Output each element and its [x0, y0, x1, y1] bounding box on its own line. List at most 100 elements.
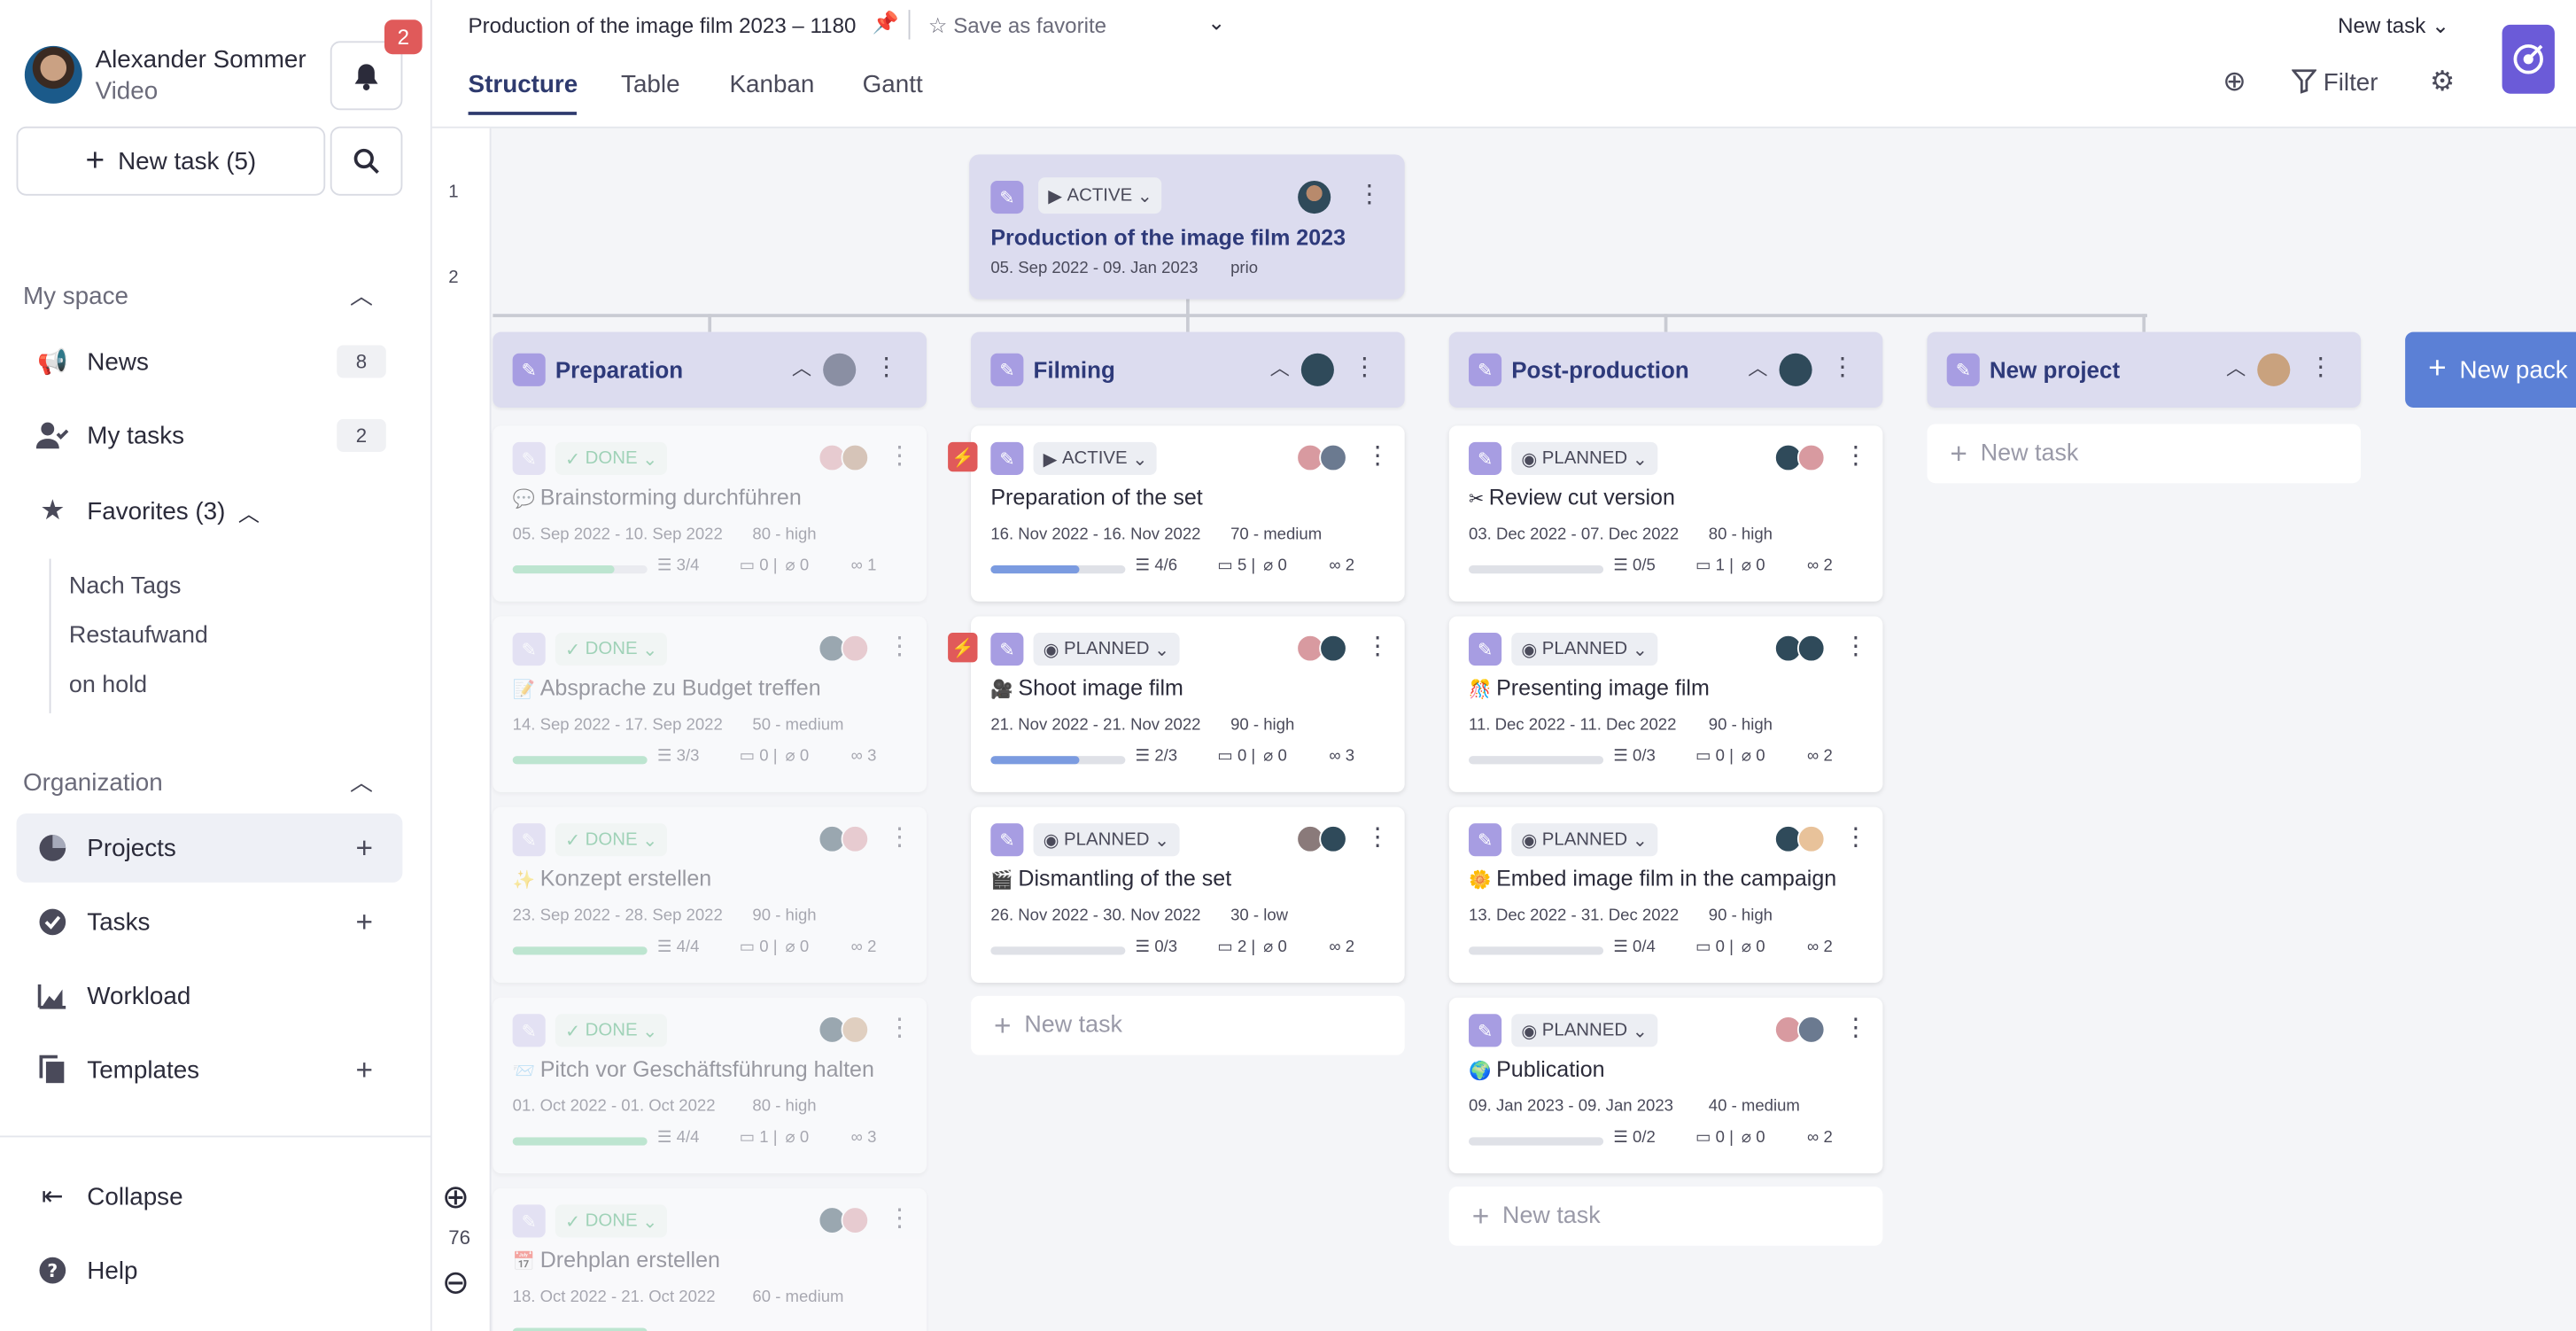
avatar[interactable] — [1796, 634, 1826, 663]
filter-button[interactable]: Filter — [2291, 69, 2378, 97]
more-vertical-icon[interactable]: ⋮ — [874, 352, 899, 382]
tab-structure[interactable]: Structure — [469, 71, 578, 99]
sidebar-item-projects[interactable]: Projects + — [16, 813, 403, 883]
phase-post-production[interactable]: ✎ Post-production ︿ ⋮ — [1448, 331, 1883, 408]
pencil-icon[interactable]: ✎ — [990, 633, 1024, 666]
task-card[interactable]: ✎ ◉ PLANNED ⌄ ⋮ ✂ Review cut version 03. D… — [1448, 425, 1883, 602]
status-badge[interactable]: ✓ DONE ⌄ — [555, 1204, 668, 1238]
task-card[interactable]: ✎ ✓ DONE ⌄ ⋮ 📅 Drehplan erstellen 18. Oct … — [493, 1187, 927, 1331]
pencil-icon[interactable]: ✎ — [512, 441, 546, 475]
help-button[interactable]: ? Help — [17, 1236, 403, 1305]
sidebar-item-news[interactable]: 📢 News 8 — [17, 327, 403, 396]
task-card[interactable]: ✎ ◉ PLANNED ⌄ ⋮ 🌍 Publication 09. Jan 2023… — [1448, 997, 1883, 1174]
status-badge[interactable]: ◉ PLANNED ⌄ — [1511, 823, 1657, 857]
phase-filming[interactable]: ✎ Filming ︿ ⋮ — [971, 331, 1405, 408]
avatar[interactable] — [2257, 353, 2291, 386]
chevron-down-icon[interactable]: ⌄ — [1207, 10, 1225, 36]
pencil-icon[interactable]: ✎ — [990, 353, 1024, 386]
avatar[interactable] — [1300, 353, 1334, 386]
avatar[interactable] — [841, 634, 870, 663]
pencil-icon[interactable]: ✎ — [512, 1204, 546, 1238]
new-package-button[interactable]: + New pack — [2405, 331, 2576, 408]
task-card[interactable]: ✎ ✓ DONE ⌄ ⋮ 📨 Pitch vor Geschäftsführung … — [493, 997, 927, 1174]
pencil-icon[interactable]: ✎ — [1469, 633, 1502, 666]
more-vertical-icon[interactable]: ⋮ — [887, 1012, 912, 1042]
status-badge[interactable]: ▶ ACTIVE ⌄ — [1033, 441, 1158, 475]
collapse-button[interactable]: ⇤ Collapse — [17, 1162, 403, 1231]
avatar[interactable] — [1319, 634, 1347, 663]
status-badge[interactable]: ◉ PLANNED ⌄ — [1511, 441, 1657, 475]
chevron-up-icon[interactable]: ︿ — [1270, 354, 1290, 382]
pencil-icon[interactable]: ✎ — [512, 353, 546, 386]
more-vertical-icon[interactable]: ⋮ — [1843, 821, 1868, 852]
status-badge[interactable]: ✓ DONE ⌄ — [555, 633, 668, 666]
task-card[interactable]: ✎ ✓ DONE ⌄ ⋮ ✨ Konzept erstellen 23. Sep 2… — [493, 806, 927, 984]
task-card[interactable]: ⚡ ✎ ▶ ACTIVE ⌄ ⋮ Preparation of the set 16… — [948, 425, 1405, 602]
pencil-icon[interactable]: ✎ — [1469, 441, 1502, 475]
status-badge[interactable]: ▶ ACTIVE ⌄ — [1038, 177, 1162, 214]
app-logo-icon[interactable] — [2502, 24, 2555, 94]
more-vertical-icon[interactable]: ⋮ — [887, 631, 912, 661]
task-card[interactable]: ✎ ✓ DONE ⌄ ⋮ 📝 Absprache zu Budget treffen… — [493, 616, 927, 792]
tab-table[interactable]: Table — [621, 71, 680, 99]
tab-kanban[interactable]: Kanban — [729, 71, 814, 99]
avatar[interactable] — [1796, 825, 1826, 853]
task-card[interactable]: ⚡ ✎ ◉ PLANNED ⌄ ⋮ 🎥 Shoot image film 21. N… — [948, 616, 1405, 792]
task-card[interactable]: ✎ ◉ PLANNED ⌄ ⋮ 🎬 Dismantling of the set 2… — [971, 806, 1405, 984]
pencil-icon[interactable]: ✎ — [512, 1014, 546, 1047]
phase-preparation[interactable]: ✎ Preparation ︿ ⋮ — [493, 331, 927, 408]
add-task-button[interactable]: + New task — [1927, 424, 2362, 484]
pencil-icon[interactable]: ✎ — [512, 823, 546, 857]
pencil-icon[interactable]: ✎ — [512, 633, 546, 666]
chevron-up-icon[interactable]: ︿ — [2226, 354, 2246, 382]
sidebar-item-templates[interactable]: Templates + — [17, 1035, 403, 1104]
sidebar-item-my-tasks[interactable]: My tasks 2 — [17, 401, 403, 471]
pencil-icon[interactable]: ✎ — [1946, 353, 1980, 386]
more-vertical-icon[interactable]: ⋮ — [1843, 1012, 1868, 1042]
pencil-icon[interactable]: ✎ — [1469, 823, 1502, 857]
pencil-icon[interactable]: ✎ — [990, 181, 1024, 214]
more-vertical-icon[interactable]: ⋮ — [887, 821, 912, 852]
new-task-button[interactable]: + New task (5) — [16, 126, 326, 196]
avatar[interactable] — [1298, 181, 1331, 214]
pin-icon[interactable]: 📌 — [873, 10, 899, 36]
more-vertical-icon[interactable]: ⋮ — [1352, 352, 1377, 382]
structure-canvas[interactable]: 1 2 ⊕ 76 ⊖ ✎ ▶ ACTIVE ⌄ ⋮ Production of th… — [431, 128, 2576, 1331]
add-template-icon[interactable]: + — [355, 1053, 373, 1087]
add-circle-icon[interactable]: ⊕ — [2223, 66, 2246, 98]
avatar[interactable] — [841, 443, 870, 472]
more-vertical-icon[interactable]: ⋮ — [887, 1203, 912, 1233]
search-button[interactable] — [330, 126, 403, 196]
task-card[interactable]: ✎ ◉ PLANNED ⌄ ⋮ 🌼 Embed image film in the … — [1448, 806, 1883, 984]
chevron-up-icon[interactable]: ︿ — [1748, 354, 1767, 382]
avatar[interactable] — [841, 825, 870, 853]
avatar[interactable] — [1779, 353, 1812, 386]
chevron-up-icon[interactable]: ︿ — [350, 279, 373, 312]
more-vertical-icon[interactable]: ⋮ — [2308, 352, 2333, 382]
avatar[interactable] — [1319, 825, 1347, 853]
favorite-item[interactable]: Restaufwand — [69, 623, 208, 650]
avatar[interactable] — [841, 1016, 870, 1044]
favorite-item[interactable]: Nach Tags — [69, 573, 182, 600]
chevron-up-icon[interactable]: ︿ — [350, 766, 373, 798]
pencil-icon[interactable]: ✎ — [990, 823, 1024, 857]
tab-gantt[interactable]: Gantt — [863, 71, 923, 99]
status-badge[interactable]: ◉ PLANNED ⌄ — [1033, 823, 1180, 857]
avatar[interactable] — [841, 1206, 870, 1234]
avatar[interactable] — [1319, 443, 1347, 472]
favorite-item[interactable]: on hold — [69, 673, 147, 699]
sidebar-item-workload[interactable]: Workload — [17, 961, 403, 1031]
add-task-icon[interactable]: + — [355, 905, 373, 939]
user-avatar[interactable] — [24, 45, 82, 104]
chevron-up-icon[interactable]: ︿ — [792, 354, 811, 382]
pencil-icon[interactable]: ✎ — [1469, 1014, 1502, 1047]
avatar[interactable] — [1796, 443, 1826, 472]
add-task-button[interactable]: + New task — [971, 995, 1405, 1055]
status-badge[interactable]: ◉ PLANNED ⌄ — [1511, 633, 1657, 666]
zoom-in-icon[interactable]: ⊕ — [442, 1177, 469, 1218]
pencil-icon[interactable]: ✎ — [1469, 353, 1502, 386]
task-card[interactable]: ✎ ◉ PLANNED ⌄ ⋮ 🎊 Presenting image film 11… — [1448, 616, 1883, 792]
root-project-card[interactable]: ✎ ▶ ACTIVE ⌄ ⋮ Production of the image fil… — [969, 154, 1405, 300]
project-title[interactable]: Production of the image film 2023 – 1180 — [469, 13, 857, 38]
new-task-dropdown[interactable]: New task ⌄ — [2338, 13, 2449, 40]
